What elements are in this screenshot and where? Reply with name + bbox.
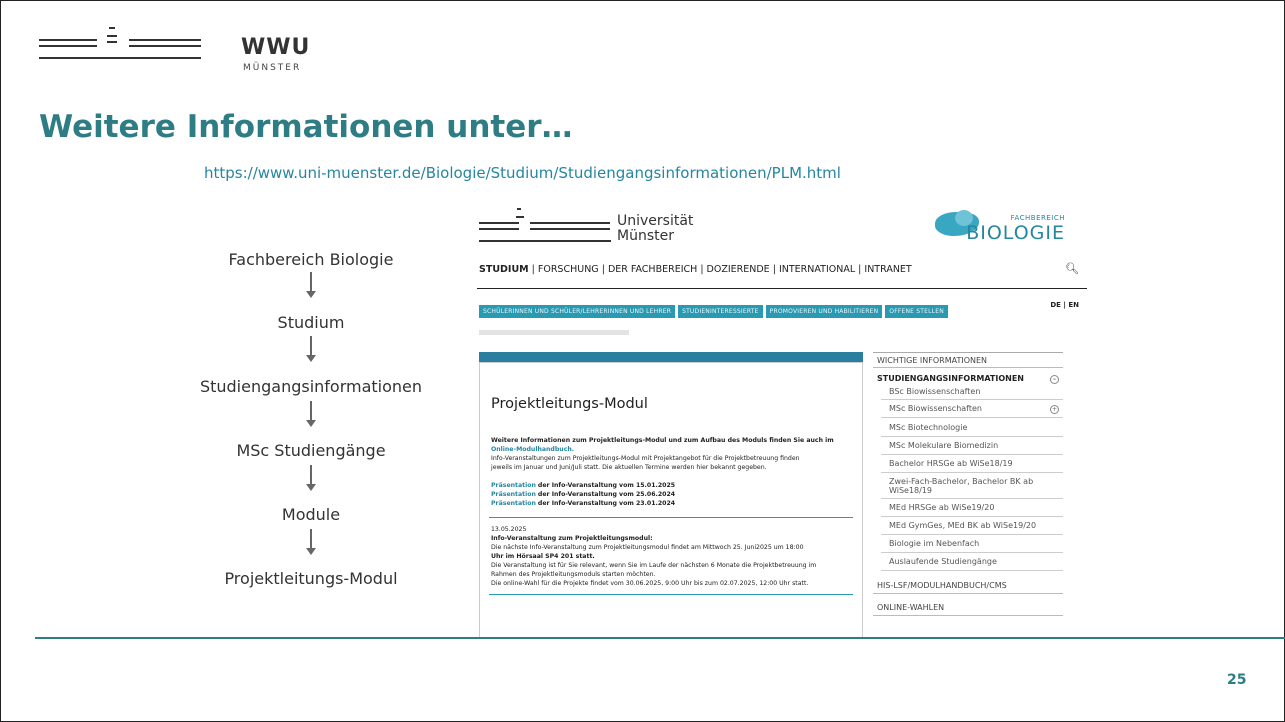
- news-text: Rahmen des Projektleitungsmoduls starten…: [491, 571, 656, 578]
- sidebar-item-wahlen[interactable]: ONLINE-WAHLEN: [873, 600, 1063, 616]
- page-number: 25: [1227, 672, 1247, 688]
- nav-item[interactable]: FORSCHUNG: [538, 264, 599, 275]
- nav-item[interactable]: DER FACHBEREICH: [608, 264, 697, 275]
- nav-item[interactable]: INTRANET: [864, 264, 911, 275]
- presentation-desc: der Info-Veranstaltung vom 23.01.2024: [537, 500, 676, 507]
- path-step: Projektleitungs-Modul: [224, 569, 398, 588]
- language-switch[interactable]: DE | EN: [1050, 301, 1079, 309]
- path-step: MSc Studiengänge: [236, 441, 386, 460]
- news-text: Uhr im Hörsaal SP4 201 statt.: [491, 553, 595, 560]
- slide-title: Weitere Informationen unter…: [39, 109, 573, 145]
- main-nav: STUDIUM | FORSCHUNG | DER FACHBEREICH | …: [479, 264, 912, 275]
- sidebar-subitem-label: WiSe18/19: [889, 486, 933, 495]
- nav-divider: [477, 288, 1087, 289]
- path-step: Studiengangsinformationen: [199, 377, 423, 396]
- logo-wordmark: WWU: [241, 35, 311, 60]
- news-text: Die online-Wahl für die Projekte findet …: [491, 580, 809, 587]
- presentation-row: Präsentation der Info-Veranstaltung vom …: [491, 500, 675, 509]
- sidebar-subitem[interactable]: Bachelor HRSGe ab WiSe18/19: [881, 457, 1063, 473]
- handbook-link-row: Online-Modulhandbuch.: [491, 446, 574, 455]
- presentation-link[interactable]: Präsentation: [491, 482, 536, 489]
- audience-chip[interactable]: OFFENE STELLEN: [885, 305, 948, 318]
- nav-separator: |: [858, 264, 862, 275]
- expand-icon[interactable]: +: [1050, 405, 1059, 414]
- nav-separator: |: [601, 264, 605, 275]
- sidebar-subitem[interactable]: MSc Molekulare Biomedizin: [881, 439, 1063, 455]
- news-text: Die Veranstaltung ist für Sie relevant, …: [491, 562, 817, 569]
- path-step: Fachbereich Biologie: [228, 250, 394, 269]
- university-name-line: Münster: [617, 228, 674, 244]
- intro-text: jeweils im Januar und Juni/Juli statt. D…: [491, 464, 767, 471]
- university-name-line: Universität: [617, 213, 694, 229]
- nav-item[interactable]: STUDIUM: [479, 264, 529, 275]
- sidebar-subitem[interactable]: Zwei-Fach-Bachelor, Bachelor BK ab WiSe18…: [881, 475, 1063, 499]
- down-arrow-icon: [306, 401, 316, 427]
- presentation-link[interactable]: Präsentation: [491, 491, 536, 498]
- nav-item[interactable]: INTERNATIONAL: [779, 264, 855, 275]
- nav-item[interactable]: DOZIERENDE: [707, 264, 770, 275]
- logo-small-text: FACHBEREICH: [1010, 214, 1065, 222]
- down-arrow-icon: [306, 336, 316, 362]
- intro-text: Weitere Informationen zum Projektleitung…: [491, 437, 834, 444]
- breadcrumb: [479, 330, 629, 335]
- news-title: Info-Veranstaltung zum Projektleitungsmo…: [491, 535, 653, 542]
- presentation-row: Präsentation der Info-Veranstaltung vom …: [491, 482, 675, 491]
- news-text: Die nächste Info-Veranstaltung zum Proje…: [491, 544, 804, 551]
- audience-chip[interactable]: STUDIENINTERESSIERTE: [678, 305, 763, 318]
- nav-separator: |: [531, 264, 535, 275]
- sidebar-item-important[interactable]: WICHTIGE INFORMATIONEN: [873, 352, 1063, 368]
- sidebar-subitem[interactable]: Auslaufende Studiengänge: [881, 555, 1063, 571]
- search-icon[interactable]: 🔍︎: [1065, 262, 1079, 275]
- logo-subtitle: MÜNSTER: [243, 63, 302, 73]
- website-screenshot: Universität Münster FACHBEREICH BIOLOGIE…: [475, 194, 1087, 639]
- handbook-link[interactable]: Online-Modulhandbuch.: [491, 446, 574, 453]
- page-heading: Projektleitungs-Modul: [491, 396, 648, 412]
- presentation-row: Präsentation der Info-Veranstaltung vom …: [491, 491, 675, 500]
- down-arrow-icon: [306, 529, 316, 555]
- presentation-desc: der Info-Veranstaltung vom 15.01.2025: [537, 482, 676, 489]
- sidebar-subitem[interactable]: MSc Biowissenschaften +: [881, 402, 1063, 418]
- section-divider: [489, 594, 853, 595]
- intro-text: Info-Veranstaltungen zum Projektleitungs…: [491, 455, 800, 462]
- university-name: Universität Münster: [617, 214, 693, 244]
- collapse-icon[interactable]: –: [1050, 375, 1059, 384]
- sidebar-subitem[interactable]: MEd GymGes, MEd BK ab WiSe19/20: [881, 519, 1063, 535]
- sidebar-item-lsf[interactable]: HIS-LSF/MODULHANDBUCH/CMS: [873, 578, 1063, 594]
- biologie-logo: FACHBEREICH BIOLOGIE: [927, 210, 1067, 250]
- audience-chip[interactable]: PROMOVIEREN UND HABILITIEREN: [765, 305, 883, 318]
- footer-divider: [35, 637, 1285, 639]
- presentation-desc: der Info-Veranstaltung vom 25.06.2024: [537, 491, 676, 498]
- path-step: Studium: [277, 313, 345, 332]
- sidebar-subitem-label: MSc Biowissenschaften: [889, 404, 982, 413]
- sidebar-subitem[interactable]: MSc Biotechnologie: [881, 421, 1063, 437]
- down-arrow-icon: [306, 465, 316, 491]
- nav-separator: |: [772, 264, 776, 275]
- slide: WWU MÜNSTER Weitere Informationen unter……: [0, 0, 1285, 722]
- sidebar-item-studiengangsinfo[interactable]: STUDIENGANGSINFORMATIONEN –: [873, 372, 1063, 385]
- sidebar-heading: STUDIENGANGSINFORMATIONEN: [877, 374, 1024, 383]
- sidebar-subitem-label: Zwei-Fach-Bachelor, Bachelor BK ab: [889, 477, 1034, 486]
- down-arrow-icon: [306, 272, 316, 298]
- audience-chips: SCHÜLERINNEN UND SCHÜLER/LEHRERINNEN UND…: [479, 298, 951, 318]
- nav-separator: |: [700, 264, 704, 275]
- sidebar-subitem[interactable]: MEd HRSGe ab WiSe19/20: [881, 501, 1063, 517]
- info-url[interactable]: https://www.uni-muenster.de/Biologie/Stu…: [204, 164, 841, 182]
- section-divider: [489, 517, 853, 518]
- sidebar-subitem[interactable]: Biologie im Nebenfach: [881, 537, 1063, 553]
- audience-chip[interactable]: SCHÜLERINNEN UND SCHÜLER/LEHRERINNEN UND…: [479, 305, 676, 318]
- content-header-bar: [479, 352, 863, 362]
- path-step: Module: [281, 505, 341, 524]
- presentation-link[interactable]: Präsentation: [491, 500, 536, 507]
- wwu-logo: WWU MÜNSTER: [39, 17, 311, 73]
- logo-big-text: BIOLOGIE: [966, 222, 1065, 244]
- sidebar-subitem[interactable]: BSc Biowissenschaften: [881, 385, 1063, 400]
- news-date: 13.05.2025: [491, 526, 527, 533]
